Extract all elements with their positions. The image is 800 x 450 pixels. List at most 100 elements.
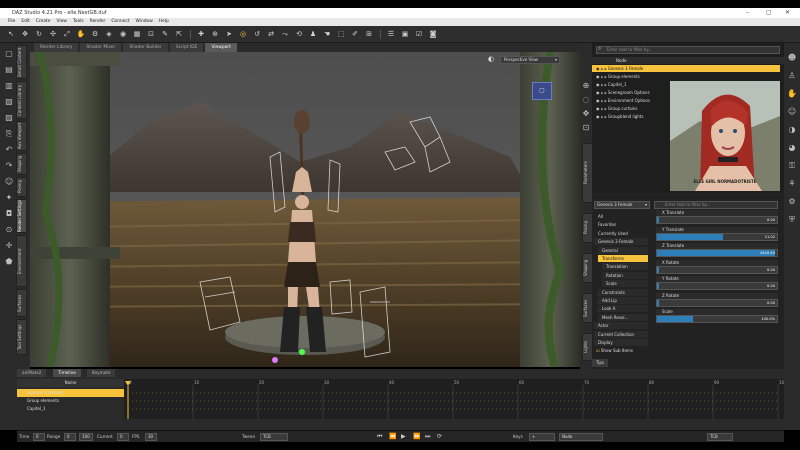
geometry-editor-icon[interactable]: ◈ xyxy=(104,30,114,39)
menu-window[interactable]: Window xyxy=(136,18,153,26)
tab-content-library[interactable]: Content Library xyxy=(16,81,27,119)
tab-shader-mixer[interactable]: Shader Mixer xyxy=(80,43,122,52)
save-as-icon[interactable]: ▧ xyxy=(4,97,14,107)
tab-keymate[interactable]: Keymate xyxy=(87,369,116,377)
skip-end-icon[interactable]: ⏭ xyxy=(425,433,430,441)
view-options-icon[interactable]: ◐ xyxy=(488,55,494,63)
new-icon[interactable]: ▢ xyxy=(4,49,14,59)
param-tree-item[interactable]: Scale xyxy=(602,280,648,288)
scene-row[interactable]: ◉ ⌂ ▸ Capitel_1 xyxy=(592,81,668,88)
settings-icon[interactable]: ⚙ xyxy=(787,197,797,207)
target-icon[interactable]: ⊕ xyxy=(210,30,220,39)
scale-tool-icon[interactable]: ⤢ xyxy=(62,30,72,39)
keys-add-button[interactable]: + xyxy=(529,433,555,441)
pan-view-icon[interactable]: ✥ xyxy=(581,109,591,119)
menu-connect[interactable]: Connect xyxy=(111,18,129,26)
render-icon[interactable]: ◙ xyxy=(428,30,438,39)
frame-icon[interactable]: ⊡ xyxy=(581,123,591,133)
open-icon[interactable]: ▤ xyxy=(4,65,14,75)
timeline-row[interactable]: Genesis 3 Female xyxy=(17,389,124,397)
current-field[interactable]: 0 xyxy=(117,433,129,441)
node-selection-tool-icon[interactable]: ↖ xyxy=(6,30,16,39)
menu-create[interactable]: Create xyxy=(36,18,51,26)
group-icon[interactable]: ⬟ xyxy=(4,257,14,267)
scene-row[interactable]: ◉ ⌂ ▸ Group curtains xyxy=(592,105,668,112)
param-tree-item[interactable]: Translation xyxy=(602,263,648,271)
scene-row[interactable]: ◉ ⌂ ▸ Environment Options xyxy=(592,97,668,104)
orbit-view-icon[interactable]: ◌ xyxy=(581,95,591,105)
rotate-tool-icon[interactable]: ↻ xyxy=(34,30,44,39)
visibility-icon[interactable]: ◉ ⌂ ▸ xyxy=(596,82,608,87)
interpolation-select[interactable]: TCB xyxy=(707,433,733,441)
undo-icon[interactable]: ↶ xyxy=(4,145,14,155)
save-icon[interactable]: ▥ xyxy=(4,81,14,91)
visibility-icon[interactable]: ◉ ⌂ ▸ xyxy=(596,114,608,119)
skin-icon[interactable]: ◑ xyxy=(787,125,797,135)
figure-head-icon[interactable]: ☻ xyxy=(787,53,797,63)
parameter-slider[interactable]: 11.02 xyxy=(656,232,778,241)
hand-icon[interactable]: ☚ xyxy=(322,30,332,39)
active-pose-tool-icon[interactable]: ✋ xyxy=(76,30,86,39)
scene-search-input[interactable]: Enter text to filter by... xyxy=(596,46,780,54)
transform-icon[interactable]: ⇱ xyxy=(174,30,184,39)
param-tree-item[interactable]: Constraints xyxy=(598,288,648,296)
parameter-slider[interactable]: 0.00 xyxy=(656,298,778,307)
face-icon[interactable]: ☺ xyxy=(787,107,797,117)
param-tree-item[interactable]: Currently Used xyxy=(594,230,648,237)
body-icon[interactable]: ♙ xyxy=(787,71,797,81)
param-tree-item[interactable]: Display xyxy=(594,339,648,346)
camera-cube[interactable]: ▢ xyxy=(532,82,552,100)
parameter-slider[interactable]: 0.00 xyxy=(656,265,778,274)
move-icon[interactable]: ✚ xyxy=(196,30,206,39)
step-back-icon[interactable]: ⏪ xyxy=(389,433,396,441)
step-forward-icon[interactable]: ⏩ xyxy=(413,433,420,441)
param-tree-item[interactable]: Mesh Resol... xyxy=(598,313,648,321)
tab-environment[interactable]: Environment xyxy=(16,235,27,287)
surface-selection-icon[interactable]: ◉ xyxy=(118,30,128,39)
camera-icon[interactable]: ◘ xyxy=(4,209,14,219)
light-icon[interactable]: ✦ xyxy=(4,193,14,203)
figure-icon[interactable]: ♟ xyxy=(308,30,318,39)
universal-active-icon[interactable]: ◎ xyxy=(238,30,248,39)
tab-surfaces[interactable]: Surfaces xyxy=(16,289,27,317)
parameter-slider[interactable]: 0.00 xyxy=(656,216,778,224)
pan-icon[interactable]: ⇄ xyxy=(266,30,276,39)
param-tree-item[interactable]: Transforms xyxy=(598,255,648,262)
tab-smart-content[interactable]: Smart Content xyxy=(16,45,27,79)
scene-row[interactable]: ◉ ⌂ ▸ Genesis 3 Female xyxy=(592,65,780,72)
param-tree-item[interactable]: Look A xyxy=(598,305,648,313)
render-preview-icon[interactable]: ▣ xyxy=(400,30,410,39)
tab-animate2[interactable]: aniMate2 xyxy=(17,369,47,377)
param-tree-item[interactable]: Current Collection xyxy=(594,330,648,338)
tween-select[interactable]: TCB xyxy=(260,433,288,441)
universal-tool-icon[interactable]: ✥ xyxy=(20,30,30,39)
tab-render-library[interactable]: Render Library xyxy=(34,43,79,52)
menu-view[interactable]: View xyxy=(56,18,66,26)
tab-posing[interactable]: Posing xyxy=(16,177,27,197)
time-field[interactable]: 0 xyxy=(33,433,45,441)
scene-row[interactable]: ◉ ⌂ ▸ Group elements xyxy=(592,73,668,80)
parameter-slider[interactable]: 100.0% xyxy=(656,315,778,323)
param-tree-item[interactable]: All xyxy=(594,213,648,220)
camera-select[interactable]: Perspective View ▾ xyxy=(500,56,560,64)
skip-start-icon[interactable]: ⏮ xyxy=(377,433,382,441)
figure-setup-icon[interactable]: ☺ xyxy=(4,177,14,187)
twist-icon[interactable]: ⟲ xyxy=(294,30,304,39)
expression-icon[interactable]: ◕ xyxy=(787,143,797,153)
bend-icon[interactable]: ⤳ xyxy=(280,30,290,39)
redo-icon[interactable]: ↷ xyxy=(4,161,14,171)
zoom-icon[interactable]: ⊕ xyxy=(581,81,591,91)
menu-render[interactable]: Render xyxy=(90,18,106,26)
morph-icon[interactable]: ⬚ xyxy=(336,30,346,39)
paint-icon[interactable]: ✐ xyxy=(350,30,360,39)
pointer-icon[interactable]: ➤ xyxy=(224,30,234,39)
joint-editor-icon[interactable]: ⚙ xyxy=(90,30,100,39)
minimize-button[interactable]: – xyxy=(746,8,749,18)
tab-script-ide[interactable]: Script IDE xyxy=(169,43,204,52)
orbit-icon[interactable]: ↺ xyxy=(252,30,262,39)
menu-tools[interactable]: Tools xyxy=(73,18,84,26)
keys-mode-select[interactable]: Node xyxy=(559,433,603,441)
translate-tool-icon[interactable]: ✣ xyxy=(48,30,58,39)
tab-tips[interactable]: Tips xyxy=(592,359,608,367)
maximize-button[interactable]: ▢ xyxy=(766,8,772,18)
